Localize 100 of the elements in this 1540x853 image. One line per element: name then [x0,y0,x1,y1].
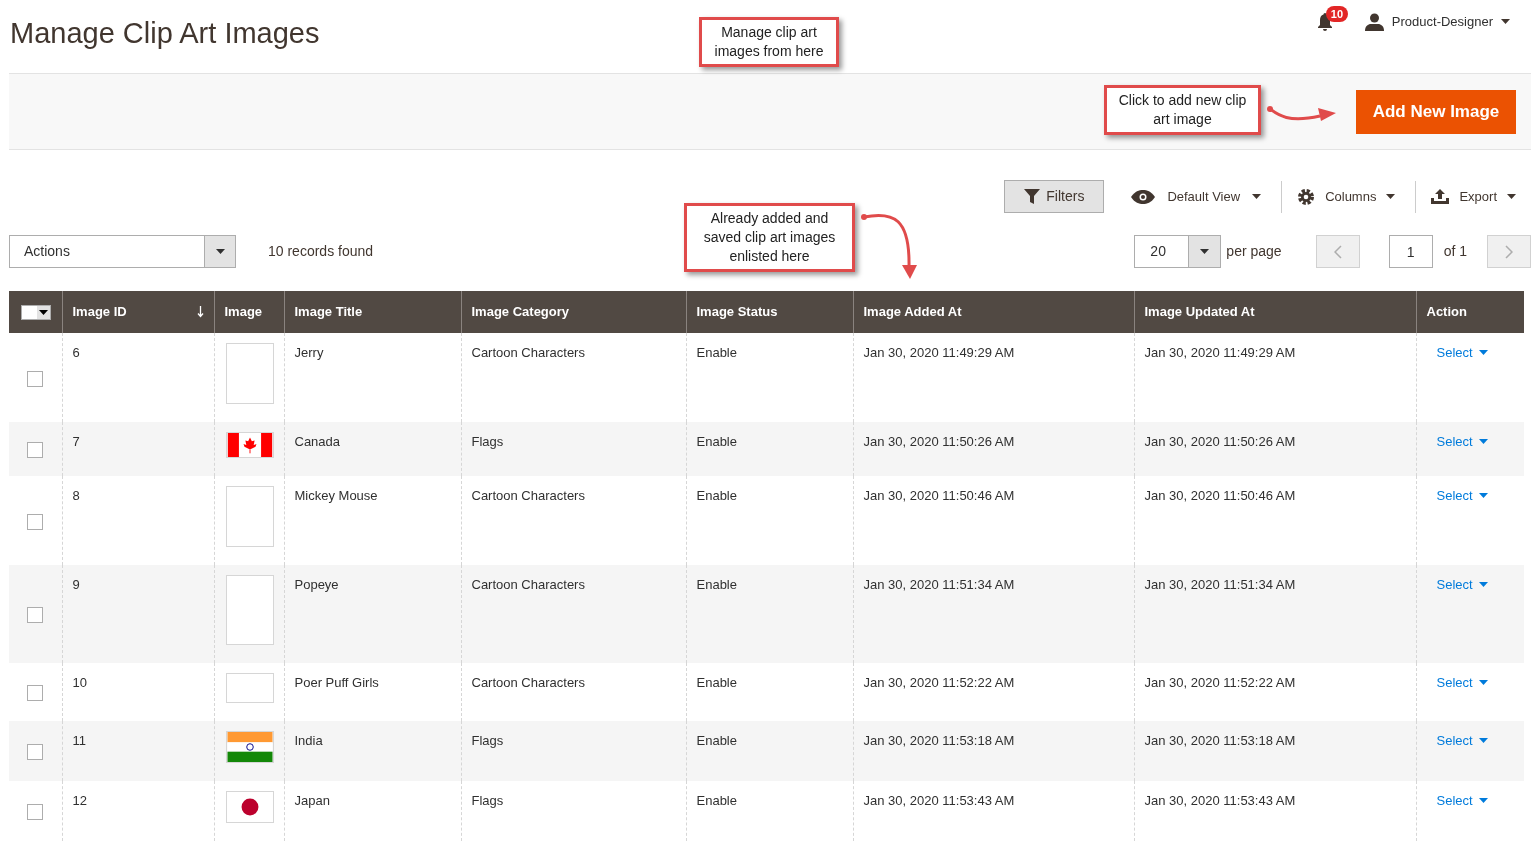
row-checkbox[interactable] [27,685,43,702]
caret-icon [1200,249,1210,254]
add-new-image-button[interactable]: Add New Image [1356,89,1516,134]
caret-icon [1507,194,1516,199]
image-title-cell: Popeye [294,577,339,592]
column-header[interactable]: Image ID [62,291,214,333]
page-title: Manage Clip Art Images [10,16,320,51]
column-header[interactable]: Image [214,291,284,333]
caret-icon [1386,194,1396,199]
select-action-link[interactable]: Select [1436,791,1488,811]
export-dropdown[interactable]: Export [1431,180,1531,213]
flag-thumbnail [225,432,274,458]
curved-arrow [1266,103,1338,123]
select-action-link[interactable]: Select [1436,731,1488,751]
image-title-cell: Japan [294,793,330,808]
row-checkbox[interactable] [27,804,43,821]
row-checkbox[interactable] [27,744,43,761]
updated-date-cell: Jan 30, 2020 11:53:18 AM [1144,733,1296,748]
curved-arrow [860,211,918,281]
columns-dropdown[interactable]: Columns [1297,180,1417,213]
column-header[interactable]: Image Title [284,291,461,333]
added-date-cell: Jan 30, 2020 11:53:43 AM [863,793,1015,808]
updated-date-cell: Jan 30, 2020 11:50:46 AM [1144,488,1296,503]
flag-thumbnail [225,731,274,763]
updated-date-cell: Jan 30, 2020 11:52:22 AM [1144,675,1296,690]
user-menu[interactable]: Product-Designer [1364,12,1510,32]
records-count: 10 records found [268,242,374,261]
caret-icon [39,310,48,316]
caret-icon [1252,194,1262,199]
select-all-checkbox[interactable] [21,305,51,321]
eye-icon [1131,189,1156,204]
row-checkbox[interactable] [27,607,43,624]
actions-dropdown[interactable]: Actions [9,235,236,268]
annotation-callout: Manage clip art images from here [699,17,839,67]
image-id-cell: 10 [72,675,87,690]
image-category-cell: Cartoon Characters [471,577,585,592]
select-action-link[interactable]: Select [1436,486,1488,506]
image-category-cell: Flags [471,733,504,748]
caret-icon [1478,738,1488,744]
column-header[interactable]: Image Category [461,291,686,333]
column-header[interactable]: Image Added At [853,291,1134,333]
image-title-cell: Canada [294,434,341,449]
flag-thumbnail [225,791,274,823]
chevron-right-icon [1505,244,1513,259]
image-title-cell: Mickey Mouse [294,488,378,503]
select-action-link[interactable]: Select [1436,575,1488,595]
image-status-cell: Enable [696,577,737,592]
updated-date-cell: Jan 30, 2020 11:51:34 AM [1144,577,1296,592]
select-action-link[interactable]: Select [1436,432,1488,452]
added-date-cell: Jan 30, 2020 11:50:46 AM [863,488,1015,503]
caret-icon [1478,680,1488,686]
default-view-dropdown[interactable]: Default View [1131,180,1283,213]
next-page-button[interactable] [1487,235,1531,268]
row-checkbox[interactable] [27,513,43,530]
image-id-cell: 6 [72,345,80,360]
image-status-cell: Enable [696,488,737,503]
user-icon [1364,12,1384,31]
added-date-cell: Jan 30, 2020 11:53:18 AM [863,733,1015,748]
image-id-cell: 12 [72,793,87,808]
image-category-cell: Cartoon Characters [471,345,585,360]
image-status-cell: Enable [696,345,737,360]
filters-button[interactable]: Filters [1004,180,1105,213]
image-title-cell: Jerry [294,345,324,360]
added-date-cell: Jan 30, 2020 11:49:29 AM [863,345,1015,360]
caret-icon [1478,350,1488,356]
row-checkbox[interactable] [27,370,43,387]
added-date-cell: Jan 30, 2020 11:50:26 AM [863,434,1015,449]
annotation-callout: Already added and saved clip art images enlisted here [684,203,855,272]
annotation-callout: Click to add new clip art image [1104,85,1261,135]
page-total: of 1 [1443,242,1467,261]
notification-badge: 10 [1325,5,1349,22]
per-page-label: per page [1226,242,1282,261]
column-header[interactable]: Action [1416,291,1524,333]
image-id-cell: 9 [72,577,80,592]
caret-icon [1478,439,1488,445]
upload-icon [1431,189,1450,204]
column-header[interactable]: Image Updated At [1134,291,1416,333]
image-id-cell: 8 [72,488,80,503]
image-title-cell: India [294,733,323,748]
column-header[interactable]: Image Status [686,291,853,333]
caret-icon [215,249,225,254]
select-action-link[interactable]: Select [1436,673,1488,693]
caret-icon [1501,19,1510,25]
page-number-input[interactable]: 1 [1388,235,1433,268]
row-checkbox[interactable] [27,442,43,459]
image-title-cell: Poer Puff Girls [294,675,379,690]
sort-arrow-icon [196,306,204,318]
previous-page-button[interactable] [1315,235,1360,268]
per-page-dropdown[interactable]: 20 [1134,235,1222,268]
cartoon-thumbnail [225,575,274,645]
select-action-link[interactable]: Select [1436,343,1488,363]
image-status-cell: Enable [696,675,737,690]
updated-date-cell: Jan 30, 2020 11:53:43 AM [1144,793,1296,808]
image-status-cell: Enable [696,793,737,808]
image-status-cell: Enable [696,434,737,449]
image-category-cell: Cartoon Characters [471,488,585,503]
caret-icon [1478,798,1488,804]
image-id-cell: 7 [72,434,80,449]
updated-date-cell: Jan 30, 2020 11:49:29 AM [1144,345,1296,360]
chevron-left-icon [1333,244,1342,259]
